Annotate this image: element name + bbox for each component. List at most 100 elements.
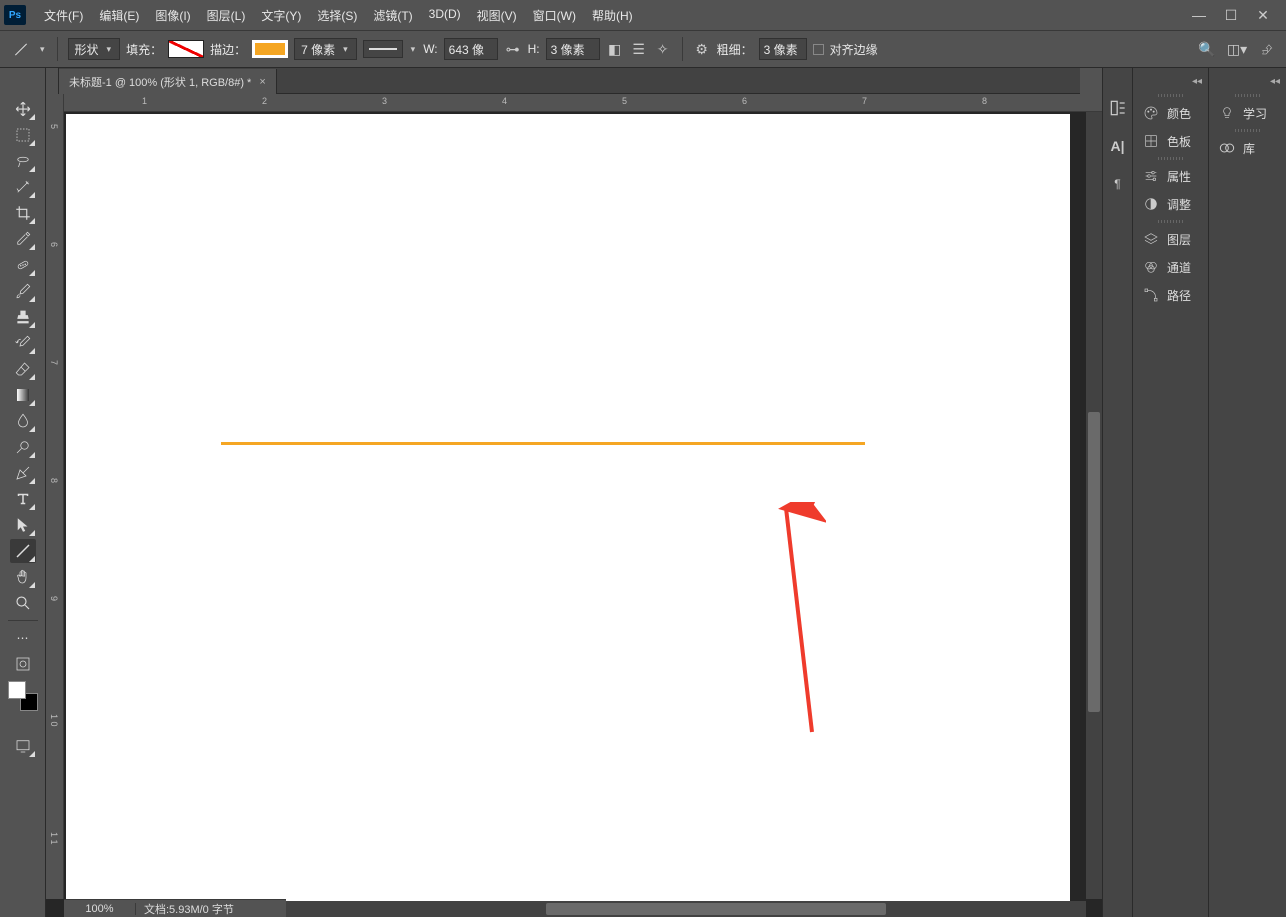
fill-label: 填充： [126, 41, 162, 58]
height-label: H: [528, 42, 540, 56]
mode-select[interactable]: 形状▾ [68, 38, 121, 60]
workspace: ⋯ 1 2 3 4 5 6 7 8 5 6 7 8 9 1 0 1 1 [0, 68, 1286, 917]
brush-tool[interactable] [10, 279, 36, 303]
stroke-swatch[interactable] [252, 40, 288, 58]
gear-icon[interactable]: ⚙ [693, 40, 711, 58]
menu-type[interactable]: 文字(Y) [253, 3, 309, 28]
panel-grip[interactable] [1209, 127, 1286, 134]
search-icon[interactable]: 🔍 [1198, 40, 1216, 58]
width-input[interactable]: 643 像 [444, 38, 498, 60]
horizontal-scrollbar[interactable] [286, 901, 1086, 917]
crop-tool[interactable] [10, 201, 36, 225]
eyedropper-tool[interactable] [10, 227, 36, 251]
panel-libraries[interactable]: 库 [1209, 134, 1286, 162]
close-button[interactable]: ✕ [1256, 8, 1270, 22]
eraser-tool[interactable] [10, 357, 36, 381]
panel-paths[interactable]: 路径 [1133, 281, 1208, 309]
hand-tool[interactable] [10, 565, 36, 589]
panel-grip[interactable] [1133, 92, 1208, 99]
window-controls: — ☐ ✕ [1192, 8, 1282, 22]
scrollbar-thumb[interactable] [546, 903, 886, 915]
title-bar: Ps 文件(F) 编辑(E) 图像(I) 图层(L) 文字(Y) 选择(S) 滤… [0, 0, 1286, 30]
menu-help[interactable]: 帮助(H) [584, 3, 641, 28]
menu-edit[interactable]: 编辑(E) [91, 3, 147, 28]
gradient-tool[interactable] [10, 383, 36, 407]
panel-grip[interactable] [1209, 92, 1286, 99]
maximize-button[interactable]: ☐ [1224, 8, 1238, 22]
options-right: 🔍 ◫▾ ⮵ [1198, 40, 1276, 58]
stroke-style-select[interactable] [363, 40, 403, 58]
share-icon[interactable]: ⮵ [1258, 40, 1276, 58]
menu-3d[interactable]: 3D(D) [421, 3, 469, 28]
weight-input[interactable]: 3 像素 [759, 38, 807, 60]
magic-wand-tool[interactable] [10, 175, 36, 199]
tool-preset-icon[interactable] [10, 38, 32, 60]
scrollbar-thumb[interactable] [1088, 412, 1100, 712]
blur-tool[interactable] [10, 409, 36, 433]
width-label: W: [423, 42, 437, 56]
path-select-tool[interactable] [10, 513, 36, 537]
history-brush-tool[interactable] [10, 331, 36, 355]
dodge-tool[interactable] [10, 435, 36, 459]
panel-channels[interactable]: 通道 [1133, 253, 1208, 281]
stamp-tool[interactable] [10, 305, 36, 329]
panel-group-2: ◂◂ 学习 库 [1208, 68, 1286, 917]
canvas[interactable] [66, 114, 1070, 914]
edit-toolbar-icon[interactable]: ⋯ [10, 626, 36, 650]
ruler-horizontal[interactable]: 1 2 3 4 5 6 7 8 [62, 94, 1102, 112]
foreground-swatch[interactable] [8, 681, 26, 699]
path-arrange-icon[interactable]: ✧ [654, 40, 672, 58]
menu-filter[interactable]: 滤镜(T) [365, 3, 420, 28]
pen-tool[interactable] [10, 461, 36, 485]
collapse-chevron-icon[interactable]: ◂◂ [1133, 76, 1208, 92]
path-align-icon[interactable]: ☰ [630, 40, 648, 58]
shape-line[interactable] [221, 442, 865, 445]
menu-layer[interactable]: 图层(L) [199, 3, 254, 28]
menu-file[interactable]: 文件(F) [36, 3, 91, 28]
panel-properties[interactable]: 属性 [1133, 162, 1208, 190]
type-tool[interactable] [10, 487, 36, 511]
quickmask-icon[interactable] [10, 652, 36, 676]
panel-learn[interactable]: 学习 [1209, 99, 1286, 127]
line-tool[interactable] [10, 539, 36, 563]
ruler-vertical[interactable]: 5 6 7 8 9 1 0 1 1 [46, 94, 64, 899]
panel-adjustments[interactable]: 调整 [1133, 190, 1208, 218]
collapse-chevron-icon[interactable]: ◂◂ [1209, 76, 1286, 92]
stroke-label: 描边： [210, 41, 246, 58]
menu-image[interactable]: 图像(I) [147, 3, 198, 28]
panel-grip[interactable] [1133, 155, 1208, 162]
zoom-tool[interactable] [10, 591, 36, 615]
screen-mode-icon[interactable] [10, 734, 36, 758]
lasso-tool[interactable] [10, 149, 36, 173]
marquee-tool[interactable] [10, 123, 36, 147]
history-panel-icon[interactable] [1108, 98, 1128, 118]
menu-window[interactable]: 窗口(W) [525, 3, 584, 28]
link-wh-icon[interactable]: ⊶ [504, 40, 522, 58]
tool-preset-chevron-icon[interactable]: ▾ [38, 44, 47, 55]
menu-select[interactable]: 选择(S) [309, 3, 365, 28]
panel-group-1: ◂◂ 颜色 色板 属性 调整 图层 通道 路径 [1132, 68, 1208, 917]
stroke-style-chevron-icon[interactable]: ▾ [409, 44, 418, 55]
doc-info[interactable]: 文档:5.93M/0 字节 [136, 901, 242, 917]
divider [682, 37, 683, 61]
panel-grip[interactable] [1133, 218, 1208, 225]
status-bar: 100% 文档:5.93M/0 字节 [64, 899, 286, 917]
fill-swatch[interactable] [168, 40, 204, 58]
panel-swatches[interactable]: 色板 [1133, 127, 1208, 155]
paragraph-panel-icon[interactable]: ¶ [1108, 174, 1128, 194]
workspace-switcher-icon[interactable]: ◫▾ [1228, 40, 1246, 58]
healing-tool[interactable] [10, 253, 36, 277]
vertical-scrollbar[interactable] [1086, 112, 1102, 899]
path-ops-icon[interactable]: ◧ [606, 40, 624, 58]
menu-view[interactable]: 视图(V) [469, 3, 525, 28]
align-edges-checkbox[interactable] [813, 44, 824, 55]
color-swatches[interactable] [8, 681, 38, 711]
panel-layers[interactable]: 图层 [1133, 225, 1208, 253]
panel-color[interactable]: 颜色 [1133, 99, 1208, 127]
stroke-width-select[interactable]: 7 像素▾ [294, 38, 357, 60]
height-input[interactable]: 3 像素 [546, 38, 600, 60]
zoom-level[interactable]: 100% [64, 903, 136, 915]
character-panel-icon[interactable]: A| [1108, 136, 1128, 156]
minimize-button[interactable]: — [1192, 8, 1206, 22]
move-tool[interactable] [10, 97, 36, 121]
